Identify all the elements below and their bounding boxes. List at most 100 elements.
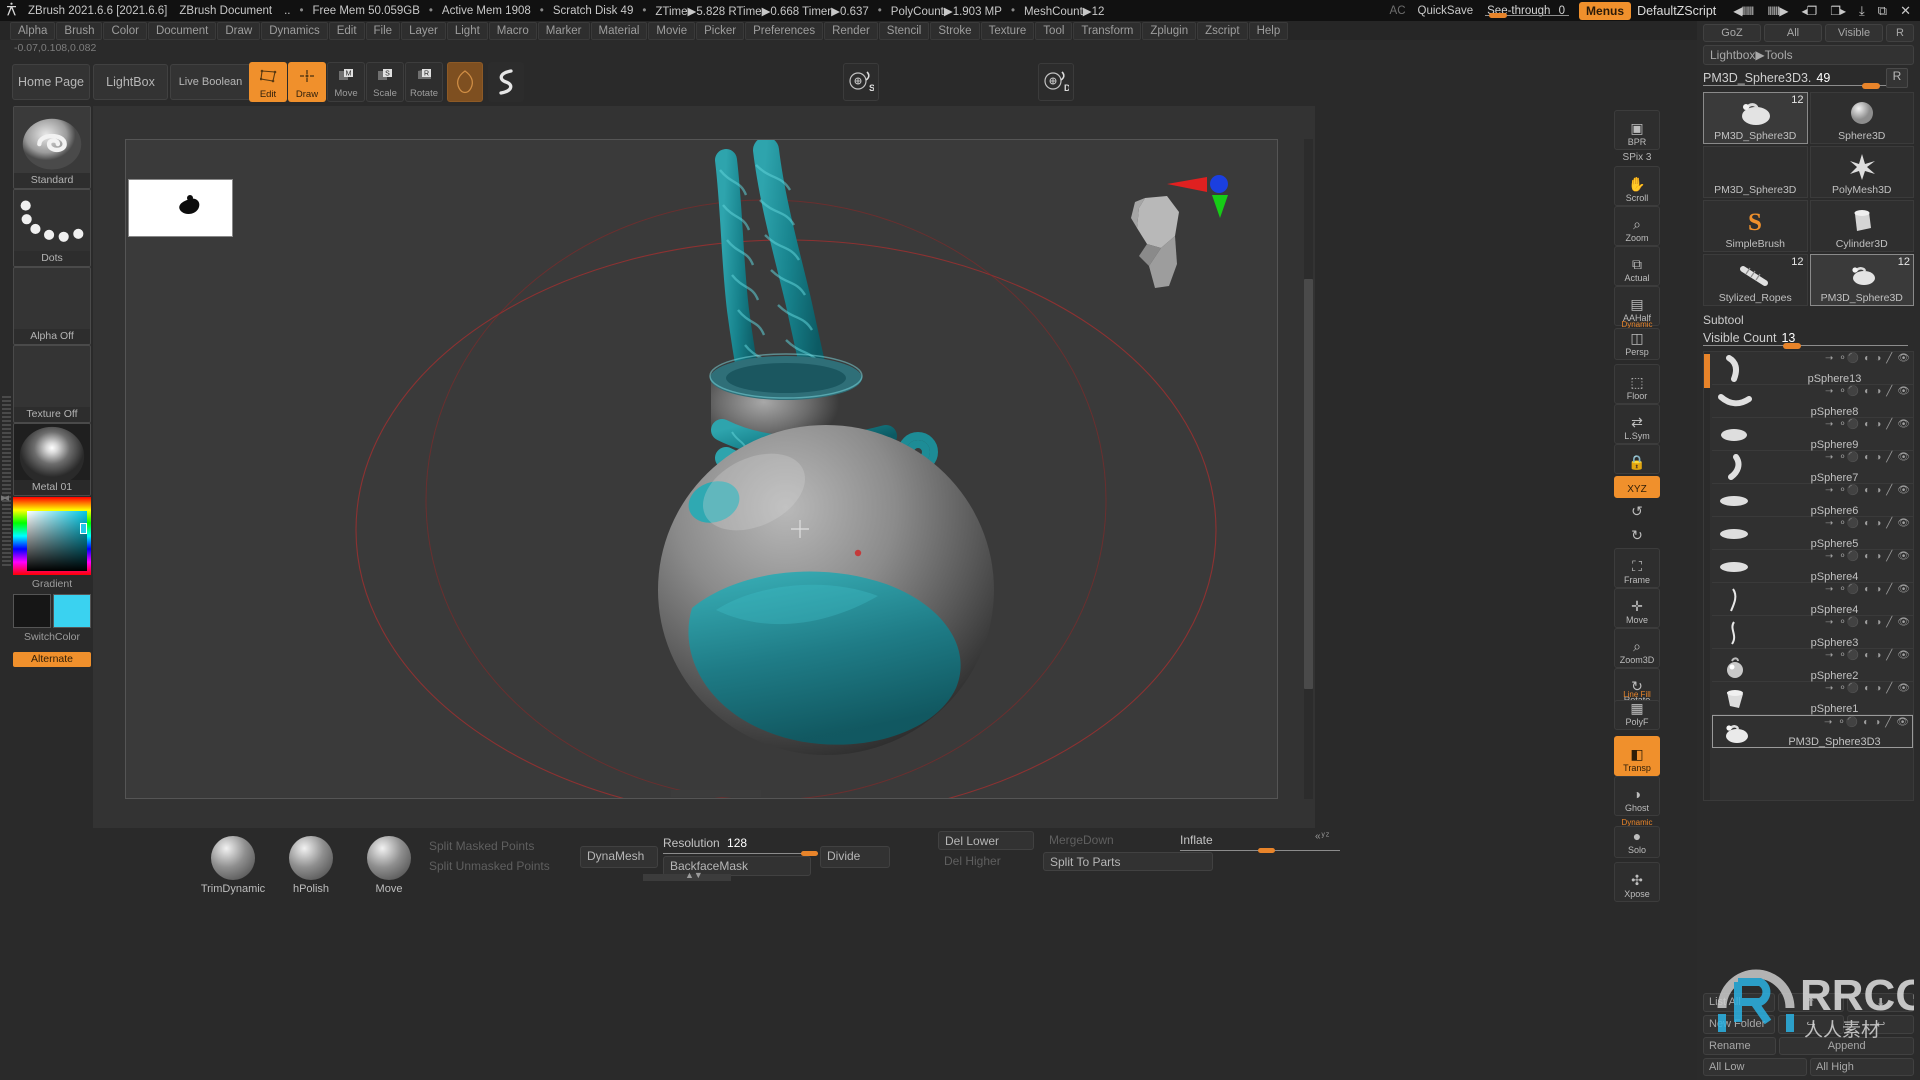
tool-name-slider[interactable]: PM3D_Sphere3D3. 49 R — [1703, 68, 1914, 89]
close-icon[interactable]: ✕ — [1893, 3, 1920, 19]
tool-r-button[interactable]: R — [1886, 68, 1908, 88]
brush-trimdynamic[interactable]: TrimDynamic — [197, 836, 269, 895]
subtool-scrollbar[interactable] — [1704, 352, 1710, 800]
current-texture-thumbnail[interactable]: Texture Off — [13, 345, 91, 423]
next-window-icon[interactable]: ❐▸ — [1823, 4, 1852, 18]
menu-zscript[interactable]: Zscript — [1197, 21, 1248, 40]
current-brush-slot[interactable] — [447, 62, 483, 102]
subtool-section-header[interactable]: Subtool — [1703, 313, 1914, 327]
minimize-icon[interactable]: ⤓ — [1852, 3, 1871, 19]
del-lower-button[interactable]: Del Lower — [938, 831, 1034, 850]
del-higher-button[interactable]: Del Higher — [938, 852, 1034, 871]
menu-zplugin[interactable]: Zplugin — [1142, 21, 1197, 40]
zoom3d-button[interactable]: ⌕ Zoom3D — [1614, 628, 1660, 668]
list-item[interactable]: ➝ ⚬⚫ ◐ ◑ ╱ 👁 pSphere13 — [1712, 352, 1913, 385]
list-item[interactable]: ➝ ⚬⚫ ◐ ◑ ╱ 👁 pSphere2 — [1712, 649, 1913, 682]
menu-light[interactable]: Light — [446, 21, 488, 40]
list-item[interactable]: ➝ ⚬⚫ ◐ ◑ ╱ 👁 pSphere9 — [1712, 418, 1913, 451]
menu-document[interactable]: Document — [147, 21, 217, 40]
draw-size-s-button[interactable]: S — [843, 63, 879, 101]
menu-file[interactable]: File — [365, 21, 401, 40]
goz-button[interactable]: GoZ — [1703, 24, 1761, 42]
subtool-icons[interactable]: ➝ ⚬⚫ ◐ ◑ ╱ 👁 — [1825, 683, 1910, 694]
visible-count-knob[interactable] — [1783, 343, 1801, 349]
list-item[interactable]: ➝ ⚬⚫ ◐ ◑ ╱ 👁 pSphere4 — [1712, 583, 1913, 616]
rotate-mode-button[interactable]: R Rotate — [405, 62, 443, 102]
alternate-button[interactable]: Alternate — [13, 652, 91, 667]
tool-item-sphere3d[interactable]: Sphere3D — [1809, 92, 1914, 144]
next-tray-icon[interactable]: ‖‖‖▶ — [1760, 4, 1794, 18]
tool-item-pm3d-sphere3d-2[interactable]: PM3D_Sphere3D — [1703, 146, 1808, 198]
actual-size-button[interactable]: ⧉ Actual — [1614, 246, 1660, 286]
brush-move[interactable]: Move — [353, 836, 425, 895]
draw-mode-button[interactable]: Draw — [288, 62, 326, 102]
subtool-icons[interactable]: ➝ ⚬⚫ ◐ ◑ ╱ 👁 — [1825, 353, 1910, 364]
menu-marker[interactable]: Marker — [537, 21, 590, 40]
goz-r-button[interactable]: R — [1886, 24, 1914, 42]
menu-macro[interactable]: Macro — [488, 21, 537, 40]
transparency-button[interactable]: ◧ Transp — [1614, 736, 1660, 776]
current-alpha-thumbnail[interactable]: Alpha Off — [13, 267, 91, 345]
all-high-button[interactable]: All High — [1810, 1058, 1914, 1076]
menu-help[interactable]: Help — [1248, 21, 1289, 40]
dynamesh-button[interactable]: DynaMesh — [580, 846, 658, 868]
menu-preferences[interactable]: Preferences — [745, 21, 824, 40]
undo-button[interactable]: ↺ — [1614, 500, 1660, 522]
prev-tray-icon[interactable]: ◀‖‖‖ — [1726, 4, 1760, 18]
all-low-button[interactable]: All Low — [1703, 1058, 1807, 1076]
list-item[interactable]: ➝ ⚬⚫ ◐ ◑ ╱ 👁 pSphere7 — [1712, 451, 1913, 484]
solo-button[interactable]: ● Solo — [1614, 826, 1660, 858]
menus-toggle-button[interactable]: Menus — [1579, 1, 1632, 20]
menu-transform[interactable]: Transform — [1073, 21, 1142, 40]
prev-window-icon[interactable]: ◂❐ — [1794, 4, 1823, 18]
subtool-icons[interactable]: ➝ ⚬⚫ ◐ ◑ ╱ 👁 — [1825, 617, 1910, 628]
visible-count-slider[interactable]: Visible Count 13 — [1703, 328, 1914, 349]
list-item[interactable]: ➝ ⚬⚫ ◐ ◑ ╱ 👁 pSphere6 — [1712, 484, 1913, 517]
list-item[interactable]: ➝ ⚬⚫ ◐ ◑ ╱ 👁 pSphere3 — [1712, 616, 1913, 649]
live-boolean-button[interactable]: Live Boolean — [170, 64, 251, 100]
split-to-parts-button[interactable]: Split To Parts — [1043, 852, 1213, 871]
menu-alpha[interactable]: Alpha — [10, 21, 56, 40]
list-item[interactable]: ➝ ⚬⚫ ◐ ◑ ╱ 👁 pSphere1 — [1712, 682, 1913, 715]
subtool-icons[interactable]: ➝ ⚬⚫ ◐ ◑ ╱ 👁 — [1825, 551, 1910, 562]
primary-color-swatch[interactable] — [13, 594, 51, 628]
split-unmasked-points-button[interactable]: Split Unmasked Points — [423, 857, 563, 875]
xyz-symmetry-button[interactable]: XYZ — [1614, 476, 1660, 498]
see-through-slider[interactable]: See-through 0 — [1479, 5, 1573, 18]
menu-picker[interactable]: Picker — [696, 21, 745, 40]
menu-render[interactable]: Render — [824, 21, 878, 40]
tool-item-polymesh3d[interactable]: PolyMesh3D — [1809, 146, 1914, 198]
brush-hpolish[interactable]: hPolish — [275, 836, 347, 895]
color-picker[interactable] — [13, 497, 91, 575]
current-material-thumbnail[interactable]: Metal 01 — [13, 423, 91, 496]
zoom-button[interactable]: ⌕ Zoom — [1614, 206, 1660, 246]
bottom-scroll-arrows-icon[interactable]: ▲▼ — [685, 870, 703, 880]
transp-lock-button[interactable]: 🔒 — [1614, 444, 1660, 474]
ghost-button[interactable]: ◑ Ghost — [1614, 776, 1660, 816]
menu-texture[interactable]: Texture — [980, 21, 1035, 40]
zscript-label[interactable]: DefaultZScript — [1637, 4, 1726, 18]
polyframe-button[interactable]: ▦ PolyF — [1614, 700, 1660, 730]
move-view-button[interactable]: ✛ Move — [1614, 588, 1660, 628]
move-mode-button[interactable]: M Move — [327, 62, 365, 102]
menu-layer[interactable]: Layer — [401, 21, 446, 40]
canvas-vscroll-thumb[interactable] — [1304, 279, 1313, 689]
subtool-icons[interactable]: ➝ ⚬⚫ ◐ ◑ ╱ 👁 — [1825, 485, 1910, 496]
current-brush-thumbnail[interactable]: Standard — [13, 106, 91, 189]
subtool-icons[interactable]: ➝ ⚬⚫ ◐ ◑ ╱ 👁 — [1825, 419, 1910, 430]
frame-button[interactable]: ⛶ Frame — [1614, 548, 1660, 588]
maximize-icon[interactable]: ⧉ — [1871, 3, 1893, 19]
list-item[interactable]: ➝ ⚬⚫ ◐ ◑ ╱ 👁 PM3D_Sphere3D3 — [1712, 715, 1913, 748]
tool-item-pm3d-sphere3d-active[interactable]: 12 PM3D_Sphere3D — [1809, 254, 1914, 306]
inflate-knob[interactable] — [1258, 848, 1275, 853]
tool-item-simplebrush[interactable]: S SimpleBrush — [1703, 200, 1808, 252]
subtool-icons[interactable]: ➝ ⚬⚫ ◐ ◑ ╱ 👁 — [1825, 452, 1910, 463]
list-item[interactable]: ➝ ⚬⚫ ◐ ◑ ╱ 👁 pSphere4 — [1712, 550, 1913, 583]
current-stroke-thumbnail[interactable]: Dots — [13, 189, 91, 267]
split-masked-points-button[interactable]: Split Masked Points — [423, 837, 563, 855]
menu-tool[interactable]: Tool — [1035, 21, 1073, 40]
canvas-thumbnail-overlay[interactable] — [128, 179, 233, 237]
lightbox-button[interactable]: LightBox — [93, 64, 168, 100]
tool-slider-knob[interactable] — [1862, 83, 1880, 89]
subtool-icons[interactable]: ➝ ⚬⚫ ◐ ◑ ╱ 👁 — [1825, 386, 1910, 397]
